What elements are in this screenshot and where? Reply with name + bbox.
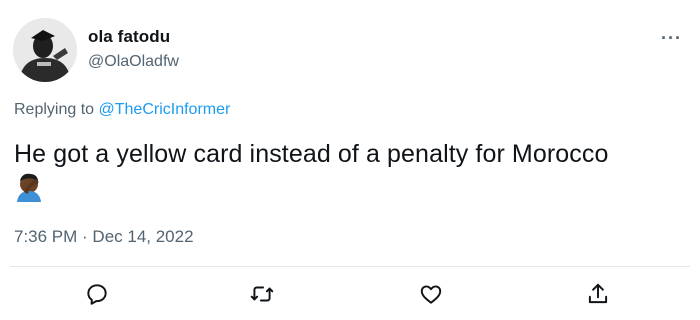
avatar[interactable] <box>13 18 77 82</box>
retweet-icon[interactable] <box>249 281 275 307</box>
author-handle[interactable]: @OlaOladfw <box>88 53 179 71</box>
replying-to-label: Replying to <box>14 101 95 118</box>
reply-mention-link[interactable]: @TheCricInformer <box>99 101 231 118</box>
tweet-timestamp[interactable]: 7:36 PM · Dec 14, 2022 <box>14 227 194 247</box>
share-icon[interactable] <box>585 281 611 307</box>
reply-icon[interactable] <box>84 281 110 307</box>
tweet-text: He got a yellow card instead of a penalt… <box>14 140 609 168</box>
more-options-icon[interactable]: ··· <box>661 28 682 49</box>
author-name[interactable]: ola fatodu <box>88 27 170 47</box>
divider <box>10 266 690 267</box>
replying-to: Replying to @TheCricInformer <box>14 101 230 119</box>
face-palm-emoji <box>14 172 44 202</box>
tweet-card: ola fatodu @OlaOladfw ··· Replying to @T… <box>0 0 700 320</box>
like-icon[interactable] <box>418 281 444 307</box>
